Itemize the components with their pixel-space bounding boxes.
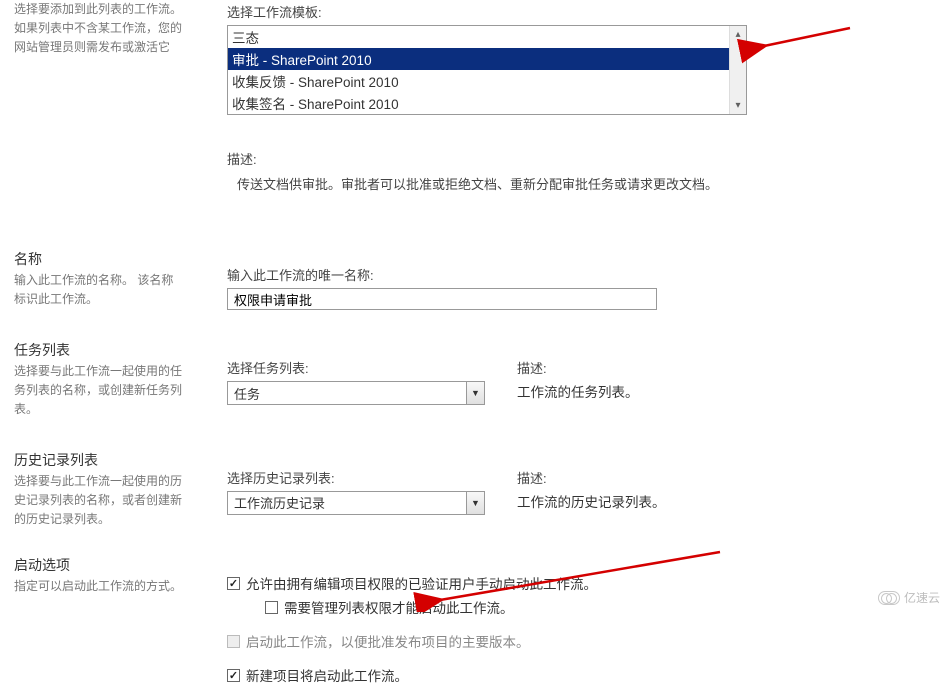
- history-desc-label: 描述:: [517, 468, 926, 487]
- template-intro: 选择要添加到此列表的工作流。如果列表中不含某工作流，您的网站管理员则需发布或激活…: [14, 0, 183, 58]
- listbox-option-selected[interactable]: 审批 - SharePoint 2010: [228, 48, 746, 70]
- require-manage-perm-label: 需要管理列表权限才能启动此工作流。: [284, 597, 514, 617]
- task-desc-label: 描述:: [517, 358, 926, 377]
- workflow-template-listbox[interactable]: 三态 审批 - SharePoint 2010 收集反馈 - SharePoin…: [227, 25, 747, 115]
- history-section-title: 历史记录列表: [14, 450, 183, 470]
- task-list-select[interactable]: 任务 ▼: [227, 381, 485, 405]
- history-select-label: 选择历史记录列表:: [227, 468, 487, 487]
- publish-approval-label: 启动此工作流，以便批准发布项目的主要版本。: [246, 631, 530, 651]
- task-section-title: 任务列表: [14, 340, 183, 360]
- listbox-option[interactable]: 收集反馈 - SharePoint 2010: [228, 70, 746, 92]
- scrollbar[interactable]: ▴ ▾: [729, 26, 746, 114]
- start-section-desc: 指定可以启动此工作流的方式。: [14, 577, 183, 596]
- scroll-up-icon[interactable]: ▴: [730, 26, 746, 43]
- publish-approval-checkbox: [227, 635, 240, 648]
- new-item-start-checkbox[interactable]: [227, 669, 240, 682]
- watermark-text: 亿速云: [904, 589, 940, 606]
- watermark: 亿速云: [878, 589, 940, 606]
- chevron-down-icon[interactable]: ▼: [466, 492, 484, 514]
- watermark-logo-icon: [878, 591, 900, 605]
- new-item-start-label: 新建项目将启动此工作流。: [246, 665, 408, 685]
- scroll-down-icon[interactable]: ▾: [730, 97, 746, 114]
- task-section-desc: 选择要与此工作流一起使用的任务列表的名称，或创建新任务列表。: [14, 362, 183, 420]
- name-section-desc: 输入此工作流的名称。 该名称标识此工作流。: [14, 271, 183, 309]
- template-desc-text: 传送文档供审批。审批者可以批准或拒绝文档、重新分配审批任务或请求更改文档。: [227, 174, 926, 193]
- history-list-select[interactable]: 工作流历史记录 ▼: [227, 491, 485, 515]
- history-list-select-value: 工作流历史记录: [228, 492, 466, 514]
- start-section-title: 启动选项: [14, 555, 183, 575]
- template-desc-label: 描述:: [227, 149, 926, 168]
- manual-start-label: 允许由拥有编辑项目权限的已验证用户手动启动此工作流。: [246, 573, 597, 593]
- template-field-label: 选择工作流模板:: [227, 2, 926, 21]
- workflow-name-input[interactable]: [227, 288, 657, 310]
- manual-start-checkbox[interactable]: [227, 577, 240, 590]
- name-section-title: 名称: [14, 249, 183, 269]
- chevron-down-icon[interactable]: ▼: [466, 382, 484, 404]
- task-list-select-value: 任务: [228, 382, 466, 404]
- history-section-desc: 选择要与此工作流一起使用的历史记录列表的名称，或者创建新的历史记录列表。: [14, 472, 183, 530]
- history-desc-text: 工作流的历史记录列表。: [517, 491, 926, 511]
- listbox-option[interactable]: 收集签名 - SharePoint 2010: [228, 92, 746, 114]
- listbox-option[interactable]: 三态: [228, 26, 746, 48]
- task-desc-text: 工作流的任务列表。: [517, 381, 926, 401]
- name-field-label: 输入此工作流的唯一名称:: [227, 265, 926, 284]
- task-select-label: 选择任务列表:: [227, 358, 487, 377]
